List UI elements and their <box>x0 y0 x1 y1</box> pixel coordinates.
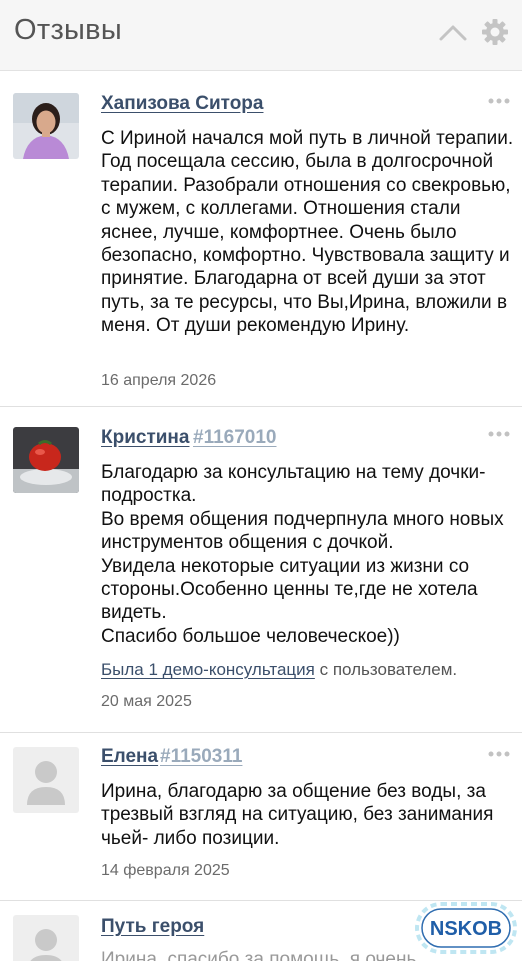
review-date: 16 апреля 2026 <box>101 372 217 389</box>
review-item: Хапизова Ситора С Ириной начался мой пут… <box>0 76 522 402</box>
more-options-icon[interactable] <box>488 98 510 104</box>
demo-consultation-link[interactable]: Была 1 демо-консультация <box>101 660 315 679</box>
avatar[interactable] <box>13 915 79 961</box>
review-author-link[interactable]: Кристина <box>101 427 189 449</box>
page-title: Отзывы <box>14 14 123 46</box>
review-author-link[interactable]: Хапизова Ситора <box>101 93 263 115</box>
avatar[interactable] <box>13 93 79 159</box>
demo-consultation-suffix: с пользователем. <box>314 660 458 679</box>
avatar[interactable] <box>13 427 79 493</box>
review-text: Благодарю за консультацию на тему дочки-… <box>101 462 504 647</box>
review-author-id[interactable]: #1150311 <box>160 746 242 768</box>
demo-consultation-note: Была 1 демо-консультация с пользователем… <box>101 660 457 680</box>
review-date: 14 февраля 2025 <box>101 862 230 879</box>
more-options-icon[interactable] <box>488 751 510 757</box>
avatar[interactable] <box>13 747 79 813</box>
review-author-id[interactable]: #1167010 <box>193 427 277 449</box>
review-item: Елена #1150311 Ирина, благодарю за общен… <box>0 732 522 903</box>
chevron-up-icon[interactable] <box>438 20 468 44</box>
reviews-header: Отзывы <box>0 0 522 71</box>
watermark-label: NSKOB <box>430 918 502 940</box>
review-text: С Ириной начался мой путь в личной терап… <box>101 128 514 337</box>
watermark-logo: NSKOB <box>415 902 517 954</box>
review-text: Ирина, благодарю за общение без воды, за… <box>101 781 494 849</box>
review-date: 20 мая 2025 <box>101 693 192 710</box>
review-author-link[interactable]: Елена <box>101 746 158 768</box>
gear-icon[interactable] <box>481 18 509 46</box>
review-author-link[interactable]: Путь героя <box>101 916 204 938</box>
more-options-icon[interactable] <box>488 431 510 437</box>
review-item: Кристина #1167010 Благодарю за консульта… <box>0 406 522 733</box>
